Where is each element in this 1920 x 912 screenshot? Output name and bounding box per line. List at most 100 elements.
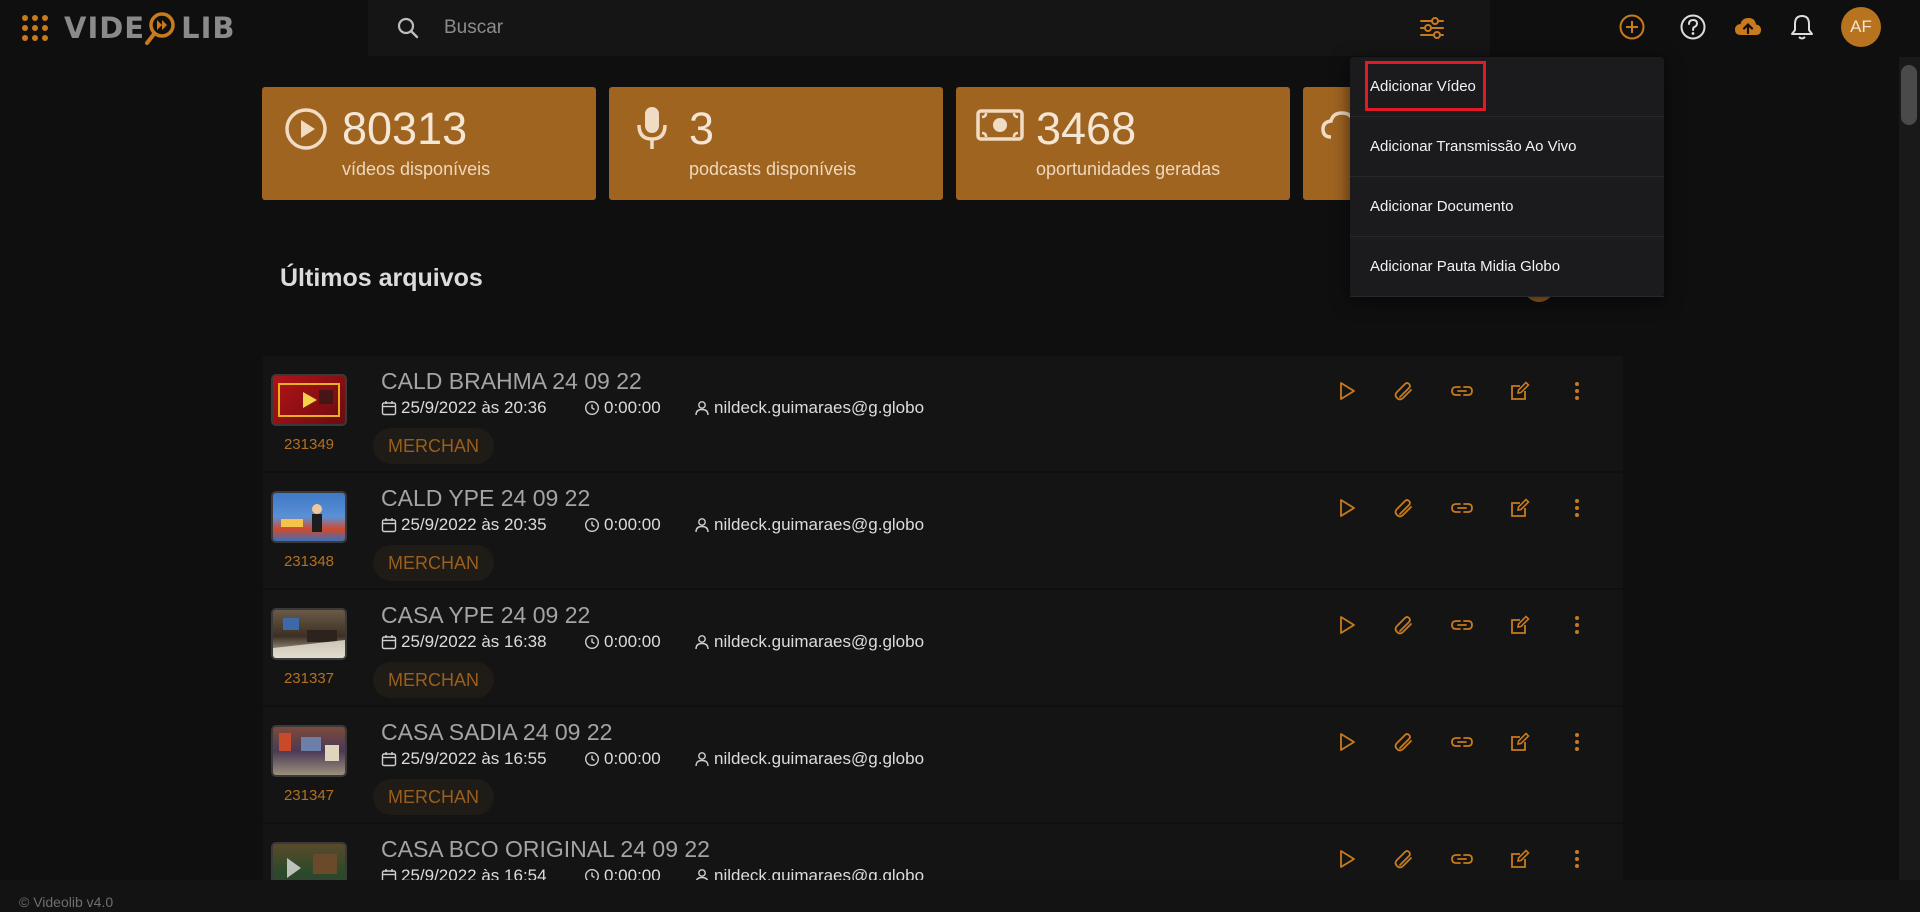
file-tag[interactable]: MERCHAN [373, 662, 495, 698]
file-date: 25/9/2022 às 16:38 [381, 632, 547, 652]
stat-card-podcasts[interactable]: 3 podcasts disponíveis [609, 87, 943, 200]
money-bill-icon [976, 109, 1024, 141]
file-thumbnail[interactable] [271, 374, 347, 426]
link-icon[interactable] [1447, 610, 1477, 640]
edit-icon[interactable] [1505, 610, 1535, 640]
file-list: 231349 CALD BRAHMA 24 09 22 25/9/2022 às… [263, 356, 1623, 880]
filter-sliders-icon[interactable] [1418, 14, 1446, 42]
file-id: 231349 [283, 436, 335, 453]
cloud-upload-icon[interactable] [1733, 12, 1763, 42]
play-icon[interactable] [1332, 376, 1362, 406]
stat-videos-label: vídeos disponíveis [342, 159, 491, 179]
clock-icon [584, 517, 600, 533]
logo-magnifier-icon [145, 12, 175, 45]
stat-opportunities-number: 3468 [1036, 103, 1137, 154]
stat-opportunities-label: oportunidades geradas [1036, 159, 1221, 179]
file-row[interactable]: 231349 CALD BRAHMA 24 09 22 25/9/2022 às… [263, 356, 1623, 471]
menu-item-add-video[interactable]: Adicionar Vídeo [1350, 57, 1664, 117]
stat-card-opportunities[interactable]: 3468 oportunidades geradas [956, 87, 1290, 200]
attach-icon[interactable] [1390, 844, 1420, 874]
link-icon[interactable] [1447, 376, 1477, 406]
more-options-icon[interactable] [1562, 844, 1592, 874]
top-bar: VIDE LIB Buscar AF [0, 0, 1920, 56]
file-tag[interactable]: MERCHAN [373, 779, 495, 815]
file-date-text: 25/9/2022 às 20:35 [401, 515, 547, 534]
calendar-icon [381, 401, 397, 416]
more-options-icon[interactable] [1562, 727, 1592, 757]
file-duration: 0:00:00 [584, 515, 661, 535]
edit-icon[interactable] [1505, 376, 1535, 406]
thumbnail-image [281, 504, 322, 532]
file-date-text: 25/9/2022 às 16:55 [401, 749, 547, 768]
videolib-logo[interactable]: VIDE LIB [64, 10, 236, 46]
search-bar [368, 0, 1490, 56]
file-tag[interactable]: MERCHAN [373, 428, 495, 464]
play-icon[interactable] [1332, 610, 1362, 640]
search-input[interactable] [444, 12, 1344, 44]
file-title[interactable]: CASA YPE 24 09 22 [381, 602, 590, 629]
file-title[interactable]: CALD YPE 24 09 22 [381, 485, 590, 512]
edit-icon[interactable] [1505, 844, 1535, 874]
user-avatar[interactable]: AF [1841, 7, 1881, 47]
bell-icon[interactable] [1787, 12, 1817, 42]
file-tag[interactable]: MERCHAN [373, 545, 495, 581]
menu-item-add-document[interactable]: Adicionar Documento [1350, 177, 1664, 237]
file-duration-text: 0:00:00 [604, 749, 661, 768]
play-circle-icon [285, 108, 327, 150]
file-thumbnail[interactable] [271, 491, 347, 543]
file-duration: 0:00:00 [584, 632, 661, 652]
link-icon[interactable] [1447, 727, 1477, 757]
stat-videos-number: 80313 [342, 103, 468, 154]
file-user-text: nildeck.guimaraes@g.globo [714, 866, 925, 880]
play-icon[interactable] [1332, 493, 1362, 523]
link-icon[interactable] [1447, 493, 1477, 523]
clock-icon [585, 869, 599, 880]
apps-grid-icon[interactable] [22, 15, 48, 41]
thumbnail-image [279, 733, 339, 761]
file-title[interactable]: CALD BRAHMA 24 09 22 [381, 368, 642, 395]
thumbnail-image [278, 383, 340, 417]
thumbnail-image [287, 854, 337, 878]
attach-icon[interactable] [1390, 727, 1420, 757]
edit-icon[interactable] [1505, 727, 1535, 757]
file-thumbnail[interactable] [271, 725, 347, 777]
file-row[interactable]: 231337 CASA YPE 24 09 22 25/9/2022 às 16… [263, 590, 1623, 705]
attach-icon[interactable] [1390, 610, 1420, 640]
more-options-icon[interactable] [1562, 376, 1592, 406]
search-icon[interactable] [396, 16, 420, 40]
page-scrollbar[interactable] [1899, 57, 1920, 880]
file-user: nildeck.guimaraes@g.globo [694, 749, 924, 769]
logo-text-left: VIDE [64, 11, 146, 45]
user-icon [695, 752, 709, 767]
attach-icon[interactable] [1390, 493, 1420, 523]
file-row[interactable]: CASA BCO ORIGINAL 24 09 22 25/9/2022 às … [263, 824, 1623, 880]
file-row[interactable]: 231347 CASA SADIA 24 09 22 25/9/2022 às … [263, 707, 1623, 822]
file-duration-text: 0:00:00 [604, 632, 661, 651]
file-thumbnail[interactable] [271, 608, 347, 660]
help-circle-icon[interactable] [1678, 12, 1708, 42]
file-date-text: 25/9/2022 às 16:54 [401, 866, 547, 880]
edit-icon[interactable] [1505, 493, 1535, 523]
footer: © Videolib v4.0 [0, 880, 1920, 912]
file-date-text: 25/9/2022 às 20:36 [401, 398, 547, 417]
file-thumbnail[interactable] [271, 842, 347, 880]
logo-text-right: LIB [181, 11, 236, 45]
more-options-icon[interactable] [1562, 610, 1592, 640]
scrollbar-thumb[interactable] [1901, 65, 1917, 125]
attach-icon[interactable] [1390, 376, 1420, 406]
file-title[interactable]: CASA SADIA 24 09 22 [381, 719, 612, 746]
file-date: 25/9/2022 às 16:55 [381, 749, 547, 769]
play-icon[interactable] [1332, 844, 1362, 874]
stat-card-videos[interactable]: 80313 vídeos disponíveis [262, 87, 596, 200]
menu-item-add-live-stream[interactable]: Adicionar Transmissão Ao Vivo [1350, 117, 1664, 177]
play-icon[interactable] [1332, 727, 1362, 757]
file-title[interactable]: CASA BCO ORIGINAL 24 09 22 [381, 836, 710, 863]
add-circle-icon[interactable] [1617, 12, 1647, 42]
microphone-icon [637, 107, 667, 149]
more-options-icon[interactable] [1562, 493, 1592, 523]
menu-item-add-pauta-midia-globo[interactable]: Adicionar Pauta Midia Globo [1350, 237, 1664, 297]
link-icon[interactable] [1447, 844, 1477, 874]
file-duration: 0:00:00 [584, 398, 661, 418]
calendar-icon [381, 869, 397, 880]
file-row[interactable]: 231348 CALD YPE 24 09 22 25/9/2022 às 20… [263, 473, 1623, 588]
